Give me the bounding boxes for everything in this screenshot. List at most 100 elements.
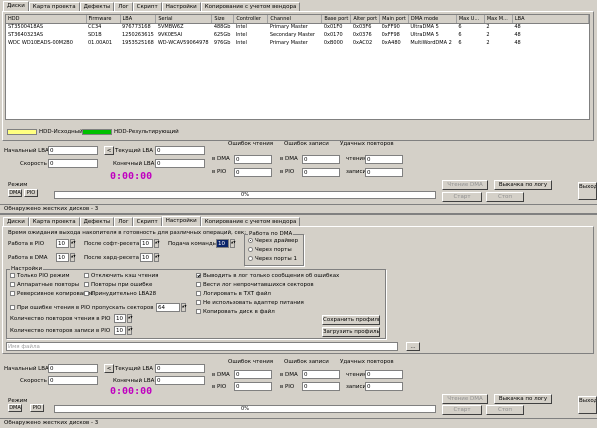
current-lba-input[interactable]: 0 (155, 364, 205, 373)
tab-script[interactable]: Скрипт (132, 2, 162, 11)
log-dump-button[interactable]: Выкачка по логу (494, 180, 552, 190)
col-alter-port[interactable]: Alter port (350, 15, 381, 24)
col-base-port[interactable]: Base port (321, 15, 352, 24)
table-row[interactable]: ST3640323AS SD1B 1250263615 9VK0E5AI 625Gb In… (6, 31, 589, 39)
table-row[interactable]: ST3500418AS CC34 976773168 5VMBW6Z 488Gb Inte… (6, 23, 589, 31)
tab-script[interactable]: Скрипт (132, 217, 162, 226)
exit-button[interactable]: Выход (578, 182, 597, 200)
browse-button[interactable]: ... (406, 342, 420, 351)
col-max-u[interactable]: Max U... (456, 15, 485, 24)
tab-log[interactable]: Лог (114, 217, 133, 226)
write-retries-input[interactable]: 10 (114, 326, 126, 335)
tab-disks[interactable]: Диски (3, 1, 29, 11)
dma-mode-button[interactable]: DMA (8, 189, 22, 197)
start-button[interactable]: Старт (442, 405, 482, 415)
opt-hw-retries[interactable]: Аппаратные повторы (10, 281, 79, 289)
radio-driver[interactable]: Через драйвер (248, 237, 298, 245)
opt-copy-to-file[interactable]: Копировать диск в файл (196, 308, 275, 316)
opt-pio-only[interactable]: Только PIO режим (10, 272, 70, 280)
col-lba2[interactable]: LBA (512, 15, 590, 24)
work-pio-input[interactable]: 10 (56, 239, 69, 248)
after-soft-spinner[interactable]: ▲▼ (154, 239, 160, 248)
after-hard-spinner[interactable]: ▲▼ (154, 253, 160, 262)
pio-read-errors: 0 (234, 382, 272, 391)
save-profile-button[interactable]: Сохранить профиль (322, 315, 380, 325)
speed-label: Скорость (20, 378, 47, 384)
col-hdd[interactable]: HDD (6, 15, 87, 24)
col-dma-mode[interactable]: DMA mode (408, 15, 457, 24)
col-controller[interactable]: Controller (233, 15, 269, 24)
end-lba-input[interactable]: 0 (155, 376, 205, 385)
log-dump-button[interactable]: Выкачка по логу (494, 394, 552, 404)
radio-ports[interactable]: Через порты (248, 246, 292, 254)
dma-mode-button[interactable]: DMA (8, 404, 22, 412)
legend-source-label: HDD-Исходный (39, 129, 83, 135)
col-max-m[interactable]: Max M... (484, 15, 513, 24)
exit-button[interactable]: Выход (578, 396, 597, 414)
pio-write-errors: 0 (302, 382, 340, 391)
skip-sectors-input[interactable]: 64 (156, 303, 180, 312)
tab-defects[interactable]: Дефекты (79, 217, 115, 226)
end-lba-input[interactable]: 0 (155, 159, 205, 168)
work-pio-spinner[interactable]: ▲▼ (70, 239, 76, 248)
work-dma-spinner[interactable]: ▲▼ (70, 253, 76, 262)
tab-disks[interactable]: Диски (3, 217, 29, 226)
lba-arrow-button[interactable]: < (104, 146, 114, 155)
col-channel[interactable]: Channel (267, 15, 323, 24)
skip-sectors-spinner[interactable]: ▲▼ (181, 303, 187, 312)
col-size[interactable]: Size (211, 15, 235, 24)
tab-vendor-copy[interactable]: Копирование с учетом вендора (200, 217, 301, 226)
read-retries-label: Количество повторов чтения в PIO (10, 316, 111, 322)
opt-force-lba28[interactable]: Принудительно LBA28 (84, 290, 156, 298)
after-soft-input[interactable]: 10 (140, 239, 153, 248)
pio-mode-button[interactable]: PIO (24, 189, 38, 197)
radio-ports-1[interactable]: Через порты 1 (248, 255, 297, 263)
timeout-label: Время ожидания выхода накопителя в готов… (8, 230, 247, 236)
start-lba-input[interactable]: 0 (48, 146, 98, 155)
start-lba-input[interactable]: 0 (48, 364, 98, 373)
opt-log-errors-only[interactable]: Выводить в лог только сообщения об ошибк… (196, 272, 339, 280)
table-header: HDD Firmware LBA Serial Size Controller … (6, 15, 590, 24)
tab-vendor-copy[interactable]: Копирование с учетом вендора (200, 2, 301, 11)
after-hard-input[interactable]: 10 (140, 253, 153, 262)
cell: MultiWordDMA 2 (410, 40, 452, 46)
tab-defects[interactable]: Дефекты (79, 2, 115, 11)
tab-settings[interactable]: Настройки (161, 216, 201, 226)
opt-no-power-adapter[interactable]: Не использовать адаптер питания (196, 299, 304, 307)
cmd-send-spinner[interactable]: ▲▼ (230, 239, 236, 248)
current-lba-input[interactable]: 0 (155, 146, 205, 155)
table-row[interactable]: WDC WD10EADS-00M2B0 01.00A01 1953525168 WD-… (6, 39, 589, 47)
read-retries-input[interactable]: 10 (114, 314, 126, 323)
tab-project-map[interactable]: Карта проекта (28, 217, 80, 226)
cell: Intel (235, 40, 247, 46)
start-button[interactable]: Старт (442, 192, 482, 202)
stop-button[interactable]: Стоп (486, 405, 524, 415)
col-main-port[interactable]: Main port (379, 15, 409, 24)
opt-reverse-copy[interactable]: Реверсивное копирование (10, 290, 94, 298)
pio-mode-button[interactable]: PIO (30, 404, 44, 412)
read-dma-button[interactable]: Чтение DMA (442, 394, 488, 404)
read-dma-button[interactable]: Чтение DMA (442, 180, 488, 190)
cell: ST3500418AS (8, 24, 44, 31)
dma-read-errors: 0 (234, 155, 272, 164)
col-lba[interactable]: LBA (120, 15, 157, 24)
lba-arrow-button[interactable]: < (104, 364, 114, 373)
disk-table[interactable]: HDD Firmware LBA Serial Size Controller … (5, 14, 590, 120)
opt-disable-cache[interactable]: Отключить кэш чтения (84, 272, 158, 280)
col-serial[interactable]: Serial (155, 15, 213, 24)
tab-log[interactable]: Лог (114, 2, 133, 11)
skip-sectors-row[interactable]: При ошибке чтения в PIO пропускать секто… (10, 304, 153, 312)
tab-project-map[interactable]: Карта проекта (28, 2, 80, 11)
opt-log-bad-sectors[interactable]: Вести лог непрочитавшихся секторов (196, 281, 314, 289)
work-dma-input[interactable]: 10 (56, 253, 69, 262)
write-retries-spinner[interactable]: ▲▼ (127, 326, 133, 335)
col-firmware[interactable]: Firmware (86, 15, 121, 24)
file-name-input[interactable]: Имя файла (6, 342, 398, 351)
tab-settings[interactable]: Настройки (161, 2, 201, 11)
cmd-send-input[interactable]: 10 (216, 239, 229, 248)
load-profile-button[interactable]: Загрузить профиль (322, 327, 380, 337)
opt-log-txt[interactable]: Логировать в TXT файл (196, 290, 271, 298)
read-retries-spinner[interactable]: ▲▼ (127, 314, 133, 323)
opt-retry-on-error[interactable]: Повторы при ошибке (84, 281, 152, 289)
stop-button[interactable]: Стоп (486, 192, 524, 202)
